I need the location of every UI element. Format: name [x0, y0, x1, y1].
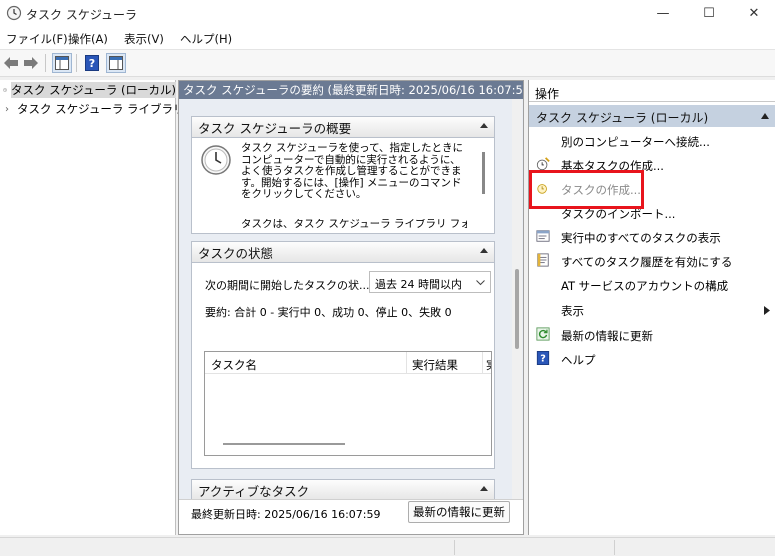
summary-scroll-thumb[interactable] [515, 269, 519, 349]
status-divider [614, 540, 615, 555]
collapse-up-icon[interactable] [761, 113, 769, 119]
action-label: 実行中のすべてのタスクの表示 [561, 231, 721, 245]
actions-pane: 操作 タスク スケジューラ (ローカル) 別のコンピューターへ接続... 基本タ… [528, 80, 775, 535]
summary-footer: 最終更新日時: 2025/06/16 16:07:59 最新の情報に更新 [179, 499, 523, 534]
overview-title: タスク スケジューラの概要 [198, 120, 352, 136]
action-label: 表示 [561, 304, 584, 318]
summary-header: タスク スケジューラの要約 (最終更新日時: 2025/06/16 16:07:… [179, 81, 523, 99]
expand-chevron-icon[interactable]: › [5, 104, 9, 115]
menu-bar: ファイル(F) 操作(A) 表示(V) ヘルプ(H) [0, 27, 775, 50]
action-label: 別のコンピューターへ接続... [561, 135, 710, 149]
chevron-down-icon [476, 280, 485, 286]
help-toolbar-button[interactable]: ? [82, 53, 102, 73]
action-connect-computer[interactable]: 別のコンピューターへ接続... [529, 129, 775, 153]
column-divider [482, 352, 483, 374]
table-header: タスク名 実行結果 実 [205, 352, 491, 374]
submenu-arrow-icon [764, 306, 770, 315]
svg-text:?: ? [89, 57, 95, 70]
refresh-button[interactable]: 最新の情報に更新 [408, 501, 510, 523]
active-title: アクティブなタスク [198, 483, 310, 499]
refresh-icon [536, 327, 550, 341]
back-arrow-icon [4, 57, 18, 69]
action-pane-icon [109, 56, 123, 70]
svg-text:?: ? [540, 354, 546, 365]
overview-text: タスク スケジューラを使って、指定したときにコンピューターで自動的に実行されるよ… [241, 142, 464, 200]
period-label: 次の期間に開始したタスクの状... [205, 279, 370, 292]
status-divider [454, 540, 455, 555]
action-help[interactable]: ? ヘルプ [529, 347, 775, 371]
column-result[interactable]: 実行結果 [412, 357, 458, 373]
collapse-caret-icon[interactable] [480, 486, 488, 491]
last-updated-label: 最終更新日時: 2025/06/16 16:07:59 [191, 508, 381, 521]
forward-arrow-icon [24, 57, 38, 69]
active-section-header[interactable]: アクティブなタスク [191, 479, 495, 499]
tree-item-label: タスク スケジューラ ライブラリ [17, 102, 185, 116]
forward-button[interactable] [21, 53, 41, 73]
action-enable-history[interactable]: すべてのタスク履歴を有効にする [529, 249, 775, 273]
tree-item-local[interactable]: タスク スケジューラ (ローカル) [0, 81, 176, 99]
collapse-caret-icon[interactable] [480, 248, 488, 253]
clock-wand-icon [536, 157, 550, 171]
show-hide-console-tree-button[interactable] [52, 53, 72, 73]
summary-body: タスク スケジューラの概要 タスク スケジューラを使って、指定したときにコンピュ… [179, 99, 523, 499]
task-status-table: タスク名 実行結果 実 [204, 351, 492, 456]
maximize-button[interactable]: ☐ [686, 0, 732, 27]
help-book-icon: ? [85, 55, 99, 71]
overview-section-body: タスク スケジューラを使って、指定したときにコンピューターで自動的に実行されるよ… [191, 138, 495, 234]
history-icon [537, 253, 549, 267]
period-select-value: 過去 24 時間以内 [375, 278, 462, 291]
help-icon: ? [536, 351, 550, 365]
running-tasks-icon [536, 230, 550, 242]
console-tree-icon [55, 56, 69, 70]
overview-scrollbar[interactable] [482, 152, 485, 194]
highlight-box [529, 170, 644, 209]
clock-icon [6, 5, 22, 21]
action-label: 最新の情報に更新 [561, 329, 653, 343]
action-show-running-tasks[interactable]: 実行中のすべてのタスクの表示 [529, 225, 775, 249]
action-label: AT サービスのアカウントの構成 [561, 279, 729, 293]
clock-icon [3, 88, 7, 92]
column-extra[interactable]: 実 [486, 357, 491, 373]
status-bar [0, 537, 775, 556]
column-task-name[interactable]: タスク名 [211, 357, 257, 373]
minimize-button[interactable]: — [640, 0, 686, 27]
menu-action[interactable]: 操作(A) [68, 31, 108, 47]
table-hscroll-thumb[interactable] [223, 443, 345, 445]
action-label: ヘルプ [561, 353, 596, 367]
actions-section-header[interactable]: タスク スケジューラ (ローカル) [529, 105, 775, 127]
console-tree: タスク スケジューラ (ローカル) › タスク スケジューラ ライブラリ [0, 80, 185, 535]
summary-scrollbar[interactable] [512, 99, 522, 499]
toolbar: ? [0, 50, 775, 77]
clock-icon [201, 145, 231, 175]
actions-header: 操作 [529, 80, 775, 102]
toolbar-separator [76, 54, 77, 72]
action-view[interactable]: 表示 [529, 298, 775, 322]
action-refresh[interactable]: 最新の情報に更新 [529, 323, 775, 347]
status-summary: 要約: 合計 0 - 実行中 0、成功 0、停止 0、失敗 0 [205, 306, 452, 319]
tree-item-library[interactable]: › タスク スケジューラ ライブラリ [0, 100, 185, 118]
menu-view[interactable]: 表示(V) [124, 31, 164, 47]
actions-section-title: タスク スケジューラ (ローカル) [536, 111, 709, 125]
column-divider [406, 352, 407, 374]
tree-item-label: タスク スケジューラ (ローカル) [11, 82, 176, 98]
period-select[interactable]: 過去 24 時間以内 [369, 271, 491, 293]
action-label: すべてのタスク履歴を有効にする [561, 255, 733, 269]
collapse-caret-icon[interactable] [480, 123, 488, 128]
summary-pane: タスク スケジューラの要約 (最終更新日時: 2025/06/16 16:07:… [178, 80, 524, 535]
menu-help[interactable]: ヘルプ(H) [180, 31, 232, 47]
show-hide-action-pane-button[interactable] [106, 53, 126, 73]
close-button[interactable]: ✕ [731, 0, 775, 27]
menu-file[interactable]: ファイル(F) [6, 31, 68, 47]
overview-section-header[interactable]: タスク スケジューラの概要 [191, 116, 495, 138]
overview-text-2: タスクは、タスク スケジューラ ライブラリ フォルダ [241, 219, 467, 230]
action-configure-at-service[interactable]: AT サービスのアカウントの構成 [529, 273, 775, 297]
status-title: タスクの状態 [198, 245, 274, 261]
window-title: タスク スケジューラ [26, 8, 137, 22]
back-button[interactable] [1, 53, 21, 73]
toolbar-separator [45, 54, 46, 72]
title-bar: タスク スケジューラ — ☐ ✕ [0, 0, 775, 27]
status-section-body: 次の期間に開始したタスクの状... 過去 24 時間以内 要約: 合計 0 - … [191, 263, 495, 469]
status-section-header[interactable]: タスクの状態 [191, 241, 495, 263]
